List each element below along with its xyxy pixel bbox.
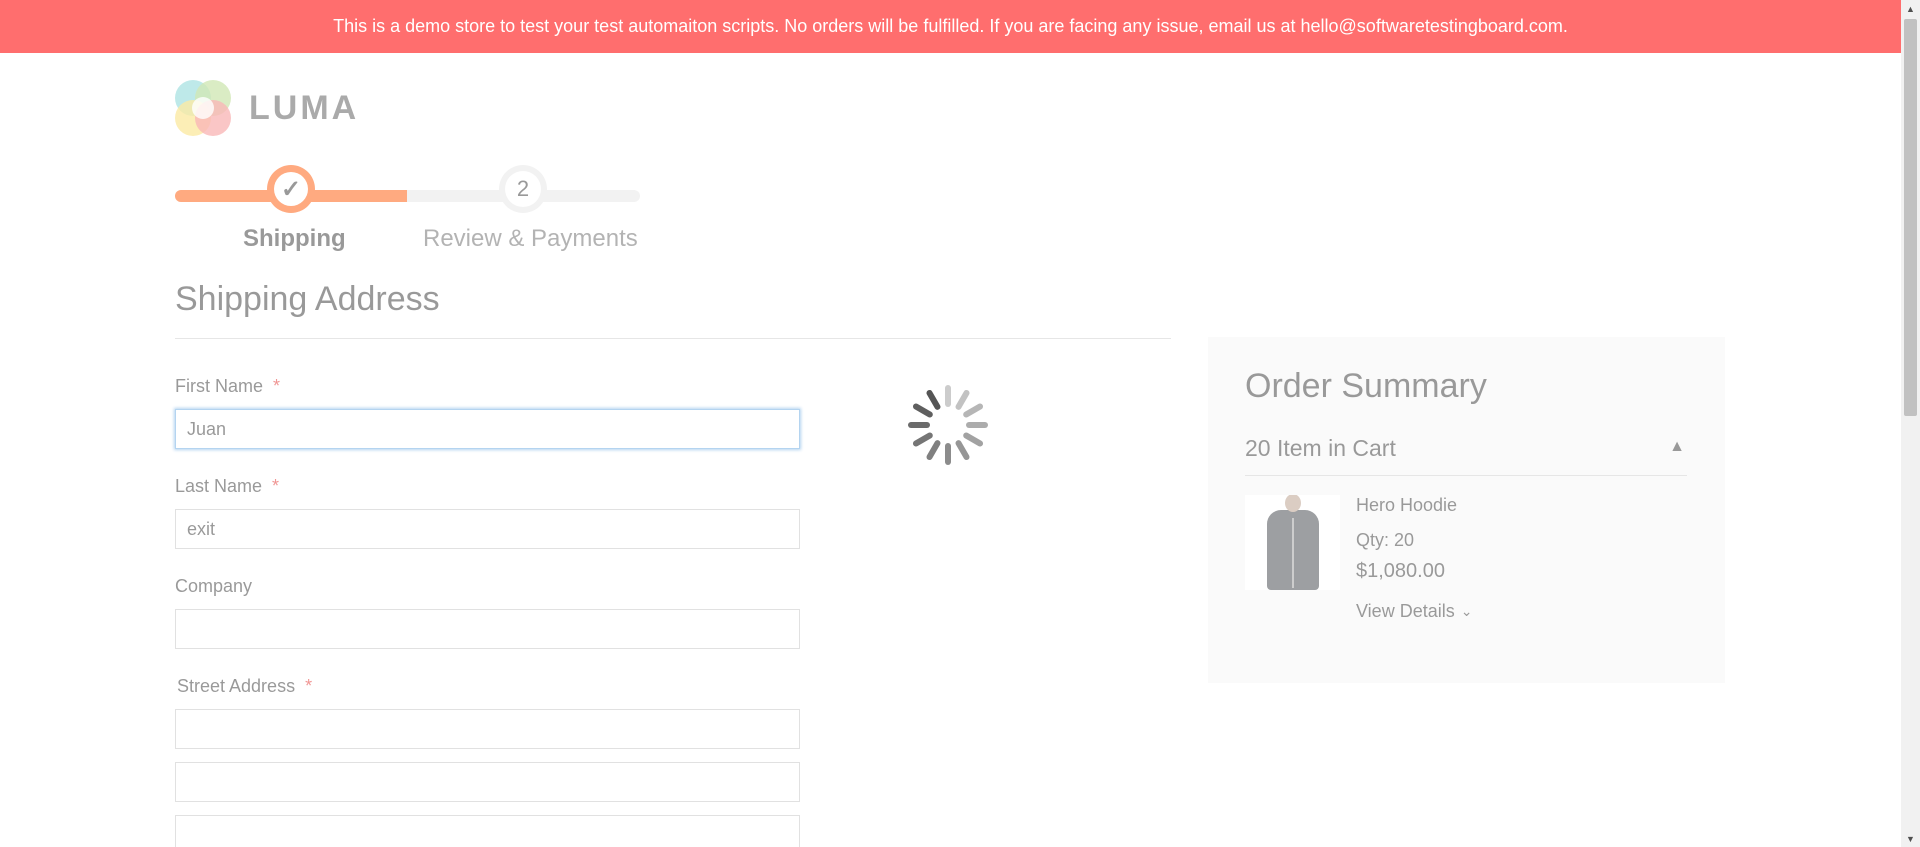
required-marker: * <box>305 676 313 696</box>
street-address-line1-field[interactable] <box>175 709 800 749</box>
checkout-progress-bar: ✓ 2 Shipping Review & Payments <box>175 165 640 255</box>
required-marker: * <box>273 376 281 396</box>
demo-notice-text: This is a demo store to test your test a… <box>333 16 1568 36</box>
spinner-spoke <box>925 439 942 462</box>
checkmark-icon: ✓ <box>274 172 308 206</box>
view-details-label: View Details <box>1356 601 1455 621</box>
company-label: Company <box>175 576 253 596</box>
spinner-icon <box>908 385 988 465</box>
first-name-label: First Name * <box>175 376 281 396</box>
product-name: Hero Hoodie <box>1356 495 1458 515</box>
street-address-label: Street Address * <box>177 676 313 696</box>
product-qty: Qty: 20 <box>1356 530 1415 550</box>
demo-notice-banner: This is a demo store to test your test a… <box>0 0 1901 53</box>
step-number: 2 <box>505 171 541 207</box>
spinner-spoke <box>945 385 951 407</box>
spinner-spoke <box>954 439 971 462</box>
product-thumbnail <box>1245 495 1340 590</box>
logo-text: LUMA <box>249 88 360 127</box>
scroll-up-arrow-icon[interactable]: ▲ <box>1901 0 1920 17</box>
spinner-spoke <box>925 388 942 411</box>
step-shipping-label: Shipping <box>243 225 346 252</box>
spinner-spoke <box>945 443 951 465</box>
spinner-spoke <box>911 431 934 448</box>
first-name-field[interactable] <box>175 409 800 449</box>
required-marker: * <box>272 476 280 496</box>
company-field[interactable] <box>175 609 800 649</box>
chevron-down-icon: ⌄ <box>1460 603 1473 619</box>
scroll-thumb[interactable] <box>1904 19 1917 416</box>
street-address-line2-field[interactable] <box>175 762 800 802</box>
section-divider <box>175 338 1171 339</box>
order-summary-title: Order Summary <box>1245 367 1487 405</box>
order-summary-panel: Order Summary 20 Item in Cart ▲ Hero Hoo… <box>1208 337 1725 683</box>
spinner-spoke <box>954 388 971 411</box>
luma-logo[interactable]: LUMA <box>175 80 359 136</box>
street-address-line3-field[interactable] <box>175 815 800 847</box>
luma-logo-icon <box>175 80 231 136</box>
spinner-spoke <box>962 431 985 448</box>
page-scrollbar[interactable]: ▲ ▼ <box>1901 0 1920 847</box>
step-review-marker: 2 <box>499 165 547 213</box>
spinner-spoke <box>966 422 988 428</box>
last-name-label: Last Name * <box>175 476 280 496</box>
spinner-spoke <box>908 422 930 428</box>
spinner-spoke <box>962 402 985 419</box>
shipping-address-title: Shipping Address <box>175 280 440 318</box>
view-details-toggle[interactable]: View Details ⌄ <box>1356 601 1472 622</box>
summary-divider <box>1245 475 1687 476</box>
chevron-up-icon[interactable]: ▲ <box>1667 437 1687 457</box>
product-price: $1,080.00 <box>1356 560 1445 582</box>
step-shipping-marker: ✓ <box>267 165 315 213</box>
spinner-spoke <box>911 402 934 419</box>
scroll-down-arrow-icon[interactable]: ▼ <box>1901 830 1920 847</box>
step-review-label: Review & Payments <box>423 225 638 252</box>
cart-item-count[interactable]: 20 Item in Cart <box>1245 435 1396 462</box>
last-name-field[interactable] <box>175 509 800 549</box>
